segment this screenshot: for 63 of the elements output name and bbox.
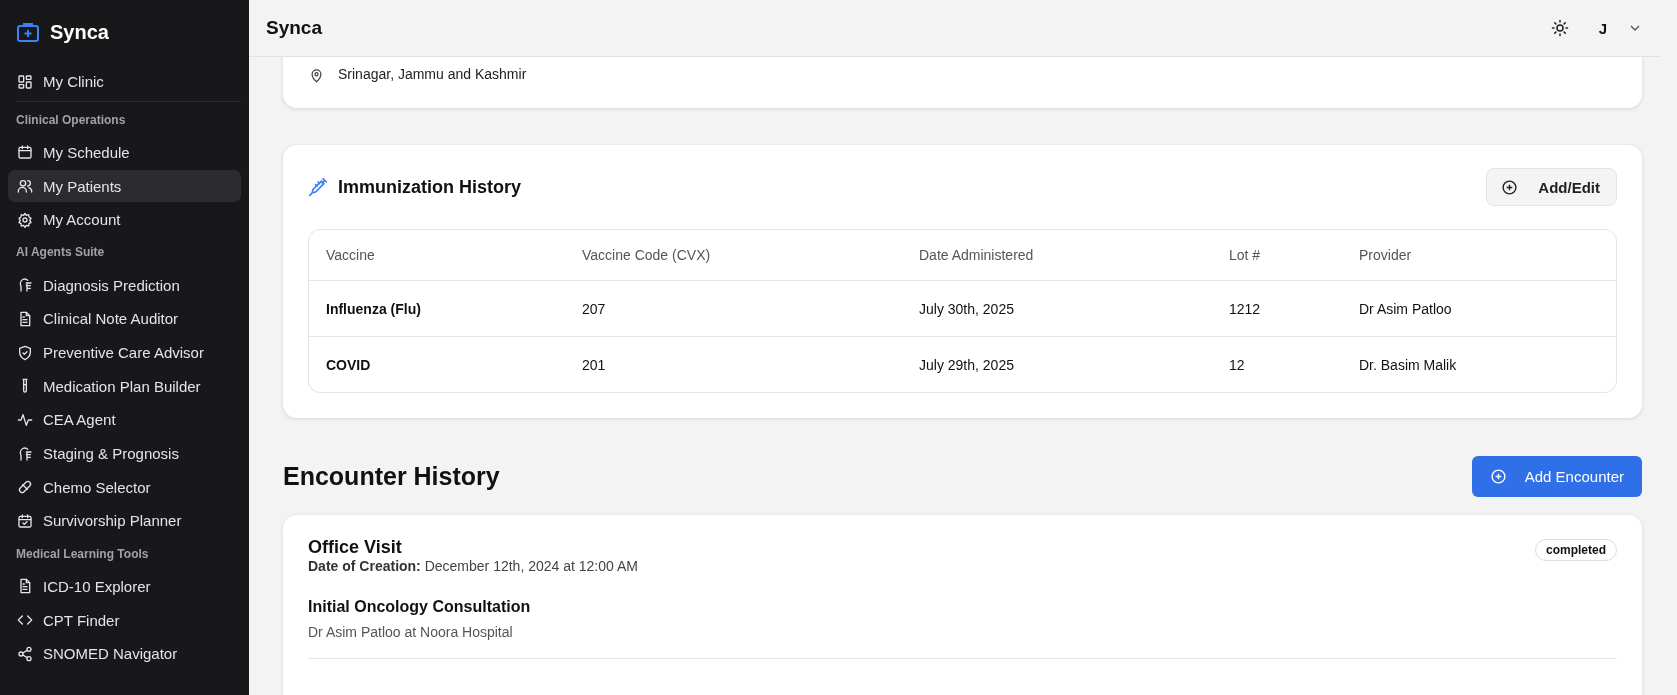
calcheck-icon [17,512,33,529]
table-cell-text: 12 [1229,356,1246,373]
sidebar-item[interactable]: Preventive Care Advisor [8,336,241,369]
doc-icon [17,310,33,327]
sidebar-item[interactable]: My Clinic [8,65,241,98]
section-title: Encounter History [283,461,500,491]
page-title: Synca [266,17,322,39]
pulse-icon [17,411,33,428]
table-cell-text: 201 [582,356,607,373]
table-cell-text: 207 [582,300,607,317]
encounter-type: Office Visit [308,537,403,558]
table-cell-text: Dr. Basim Malik [1359,356,1458,373]
sidebar-item[interactable]: Staging & Prognosis [8,437,241,470]
table-cell-text: Dr Asim Patloo [1359,300,1453,317]
section-title: Immunization History [338,176,521,198]
map-pin-icon [309,68,324,83]
location-text: Srinagar, Jammu and Kashmir [338,66,527,82]
column-header: Vaccine Code (CVX) [582,247,712,263]
column-header: Vaccine [326,247,376,263]
pill-icon [17,479,33,496]
plus-circle-icon [1501,178,1519,196]
code-icon [17,612,33,628]
sidebar-item[interactable]: SNOMED Navigator [8,637,241,670]
sidebar-item[interactable]: CPT Finder [8,604,241,636]
creation-date: Date of Creation: December 12th, 2024 at 12:00 AM [308,558,638,574]
column-header: Provider [1359,247,1413,263]
sidebar-item[interactable]: CEA Agent [8,403,241,436]
column-header: Lot # [1229,247,1262,263]
sidebar-item[interactable]: Clinical Note Auditor [8,302,241,335]
share-icon [17,645,33,662]
theme-toggle-icon[interactable] [1550,19,1569,37]
grid-icon [17,73,33,90]
calendar-icon [17,144,33,161]
brand-name: Synca [50,20,109,44]
sidebar-item[interactable]: ICD-10 Explorer [8,570,241,603]
sidebar-item[interactable]: Diagnosis Prediction [8,269,241,302]
medical-kit-icon [16,20,40,44]
section-label: Medical Learning Tools [15,545,150,563]
sidebar-item[interactable]: My Patients [8,170,241,203]
doc-icon [17,578,33,595]
table-cell-text: COVID [326,356,372,373]
sidebar-item[interactable]: Medication Plan Builder [8,370,241,403]
table-cell-text: Influenza (Flu) [326,300,422,317]
add-encounter-button[interactable]: Add Encounter [1471,455,1642,497]
sidebar-item[interactable]: My Schedule [8,136,241,169]
sidebar-item[interactable]: My Account [8,203,241,236]
table-cell-text: July 29th, 2025 [919,356,1015,373]
syringe-icon [308,177,328,197]
gear-icon [17,211,33,228]
table-cell-text: 1212 [1229,300,1262,317]
table-cell-text: July 30th, 2025 [919,300,1015,317]
add-edit-button[interactable]: Add/Edit [1486,168,1617,206]
section-label: AI Agents Suite [15,244,106,262]
column-header: Date Administered [919,247,1035,263]
encounter-reason: Initial Oncology Consultation [308,598,532,616]
users-icon [17,178,33,195]
sidebar-item[interactable]: Survivorship Planner [8,504,241,537]
section-label: Clinical Operations [15,111,127,129]
sidebar-item[interactable]: Chemo Selector [8,471,241,504]
encounter-provider: Dr Asim Patloo at Noora Hospital [308,624,514,640]
plus-circle-icon [1489,467,1507,485]
user-avatar[interactable]: J [1598,19,1607,37]
shield-icon [17,344,33,361]
